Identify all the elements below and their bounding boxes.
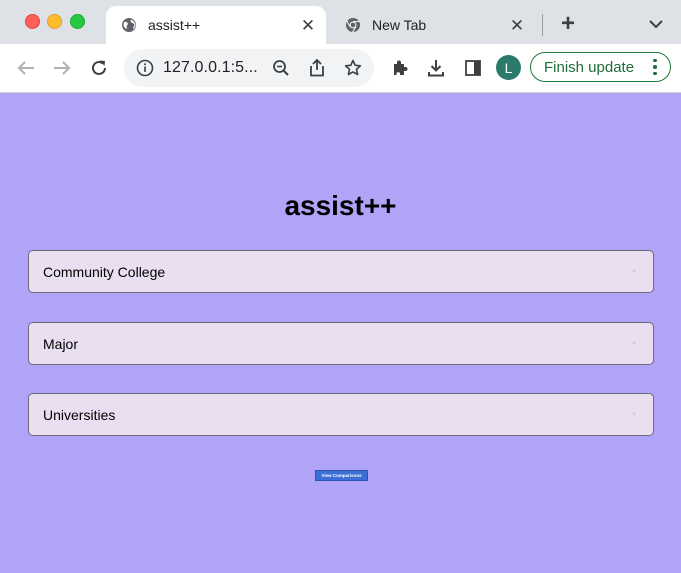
tab-title: assist++ [148, 17, 201, 33]
back-arrow-icon[interactable] [14, 56, 38, 80]
tab-separator [542, 14, 543, 36]
select-label: Major [43, 335, 79, 352]
chevron-down-icon: ▼ [631, 340, 637, 347]
url-text: 127.0.0.1:5... [163, 59, 258, 76]
community-college-select[interactable]: Community College ▼ [28, 250, 654, 293]
forward-arrow-icon[interactable] [50, 56, 74, 80]
tab-assist[interactable]: assist++ ✕ [106, 6, 326, 44]
globe-icon [120, 16, 138, 34]
finish-update-button[interactable]: Finish update [530, 52, 671, 82]
universities-select[interactable]: Universities ▼ [28, 393, 654, 436]
close-window-button[interactable] [25, 14, 40, 29]
new-tab-icon[interactable]: + [556, 10, 580, 37]
tab-title: New Tab [372, 17, 427, 33]
info-icon[interactable] [135, 58, 155, 78]
minimize-window-button[interactable] [47, 14, 62, 29]
download-icon[interactable] [424, 56, 448, 80]
tab-strip: assist++ ✕ New Tab ✕ + [0, 0, 681, 44]
select-label: Universities [43, 406, 116, 423]
side-panel-icon[interactable] [461, 56, 485, 80]
page-content: assist++ Community College ▼ Major ▼ Uni… [0, 93, 681, 573]
reload-icon[interactable] [87, 56, 111, 80]
star-icon[interactable] [343, 58, 363, 78]
close-tab-icon[interactable]: ✕ [298, 15, 318, 35]
share-icon[interactable] [307, 58, 327, 78]
more-vert-icon[interactable] [646, 58, 664, 76]
extensions-icon[interactable] [388, 56, 412, 80]
chevron-down-icon: ▼ [631, 268, 637, 275]
chevron-down-icon: ▼ [631, 411, 637, 418]
major-select[interactable]: Major ▼ [28, 322, 654, 365]
page-title: assist++ [284, 190, 397, 221]
profile-avatar[interactable]: L [496, 55, 521, 80]
browser-toolbar: 127.0.0.1:5... L Finish update [0, 44, 681, 93]
tab-new-tab[interactable]: New Tab ✕ [330, 6, 535, 44]
view-comparisons-button[interactable]: View Comparisons [315, 470, 368, 481]
chevron-down-icon[interactable] [646, 14, 666, 34]
address-bar[interactable]: 127.0.0.1:5... [124, 49, 374, 87]
finish-update-label: Finish update [544, 58, 635, 76]
select-label: Community College [43, 263, 166, 280]
zoom-out-icon[interactable] [271, 58, 291, 78]
maximize-window-button[interactable] [70, 14, 85, 29]
chrome-icon [344, 16, 362, 34]
close-tab-icon[interactable]: ✕ [507, 15, 527, 35]
